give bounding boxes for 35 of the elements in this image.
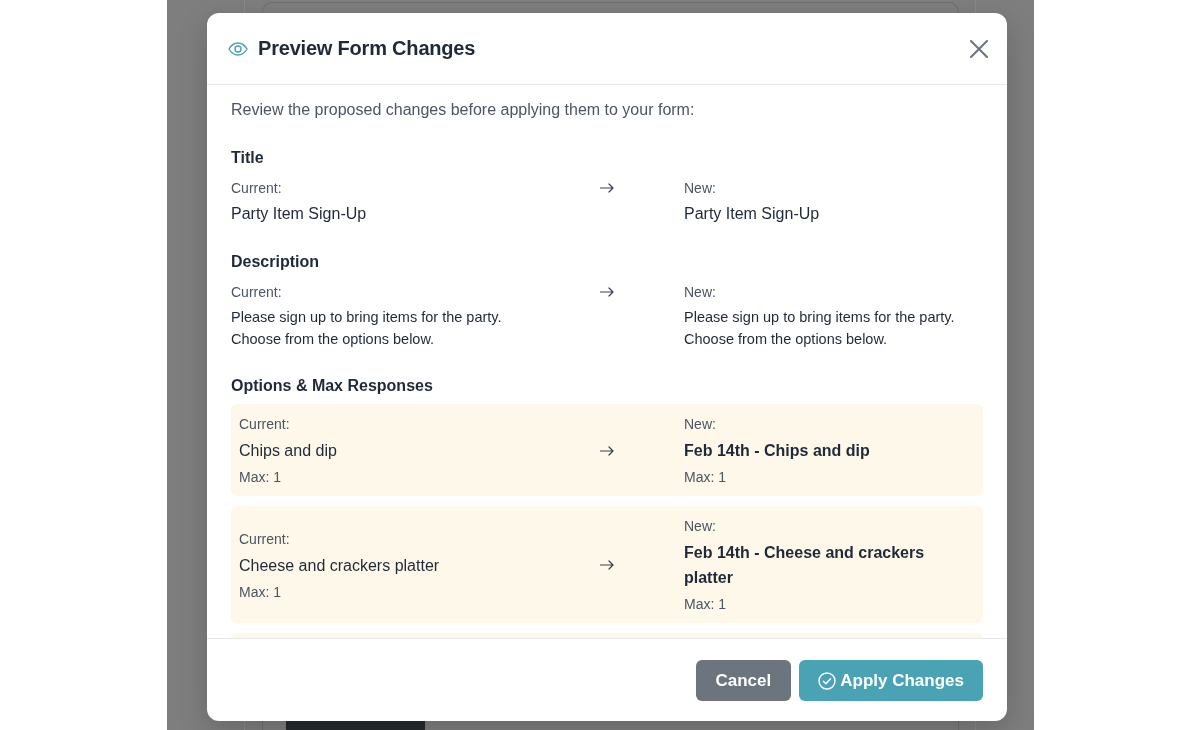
new-label: New: (684, 283, 716, 302)
current-value: Party Item Sign-Up (231, 204, 367, 224)
max-responses: Max: 1 (239, 468, 281, 487)
new-value: Party Item Sign-Up (684, 204, 820, 224)
current-value: Please sign up to bring items for the party. Choose from the options below. (231, 308, 502, 349)
max-responses: Max: 1 (684, 468, 726, 487)
current-value: Cheese and crackers platter (239, 555, 440, 576)
new-value: Feb 14th - Chips and dip (684, 441, 870, 461)
section-heading: Description (231, 252, 320, 272)
max-responses: Max: 1 (239, 582, 281, 602)
new-label: New: (684, 415, 716, 434)
arrow-icon (600, 560, 614, 570)
current-label: Current: (231, 179, 282, 198)
current-label: Current: (239, 529, 290, 549)
arrow-icon (600, 445, 614, 456)
max-responses: Max: 1 (684, 595, 726, 614)
new-value: Please sign up to bring items for the party. Choose from the options below. (684, 308, 955, 349)
current-value: Chips and dip (239, 441, 337, 461)
cancel-button[interactable]: Cancel (695, 660, 792, 701)
section-heading: Options & Max Responses (231, 376, 434, 396)
apply-button[interactable]: Apply Changes (799, 660, 983, 701)
check-circle-icon (818, 671, 837, 690)
current-label: Current: (231, 283, 282, 302)
new-value: Feb 14th - Cheese and crackers platter (684, 543, 926, 588)
close-button[interactable] (970, 39, 988, 58)
arrow-icon (600, 287, 614, 297)
arrow-icon (600, 183, 614, 193)
dialog-title: Preview Form Changes (258, 37, 476, 60)
intro-text: Review the proposed changes before applying them to your form: (231, 100, 696, 120)
section-heading: Title (231, 148, 265, 168)
close-icon (970, 39, 988, 58)
current-label: Current: (239, 415, 290, 434)
new-label: New: (684, 517, 716, 536)
eye-icon (228, 41, 248, 56)
new-label: New: (684, 179, 716, 198)
